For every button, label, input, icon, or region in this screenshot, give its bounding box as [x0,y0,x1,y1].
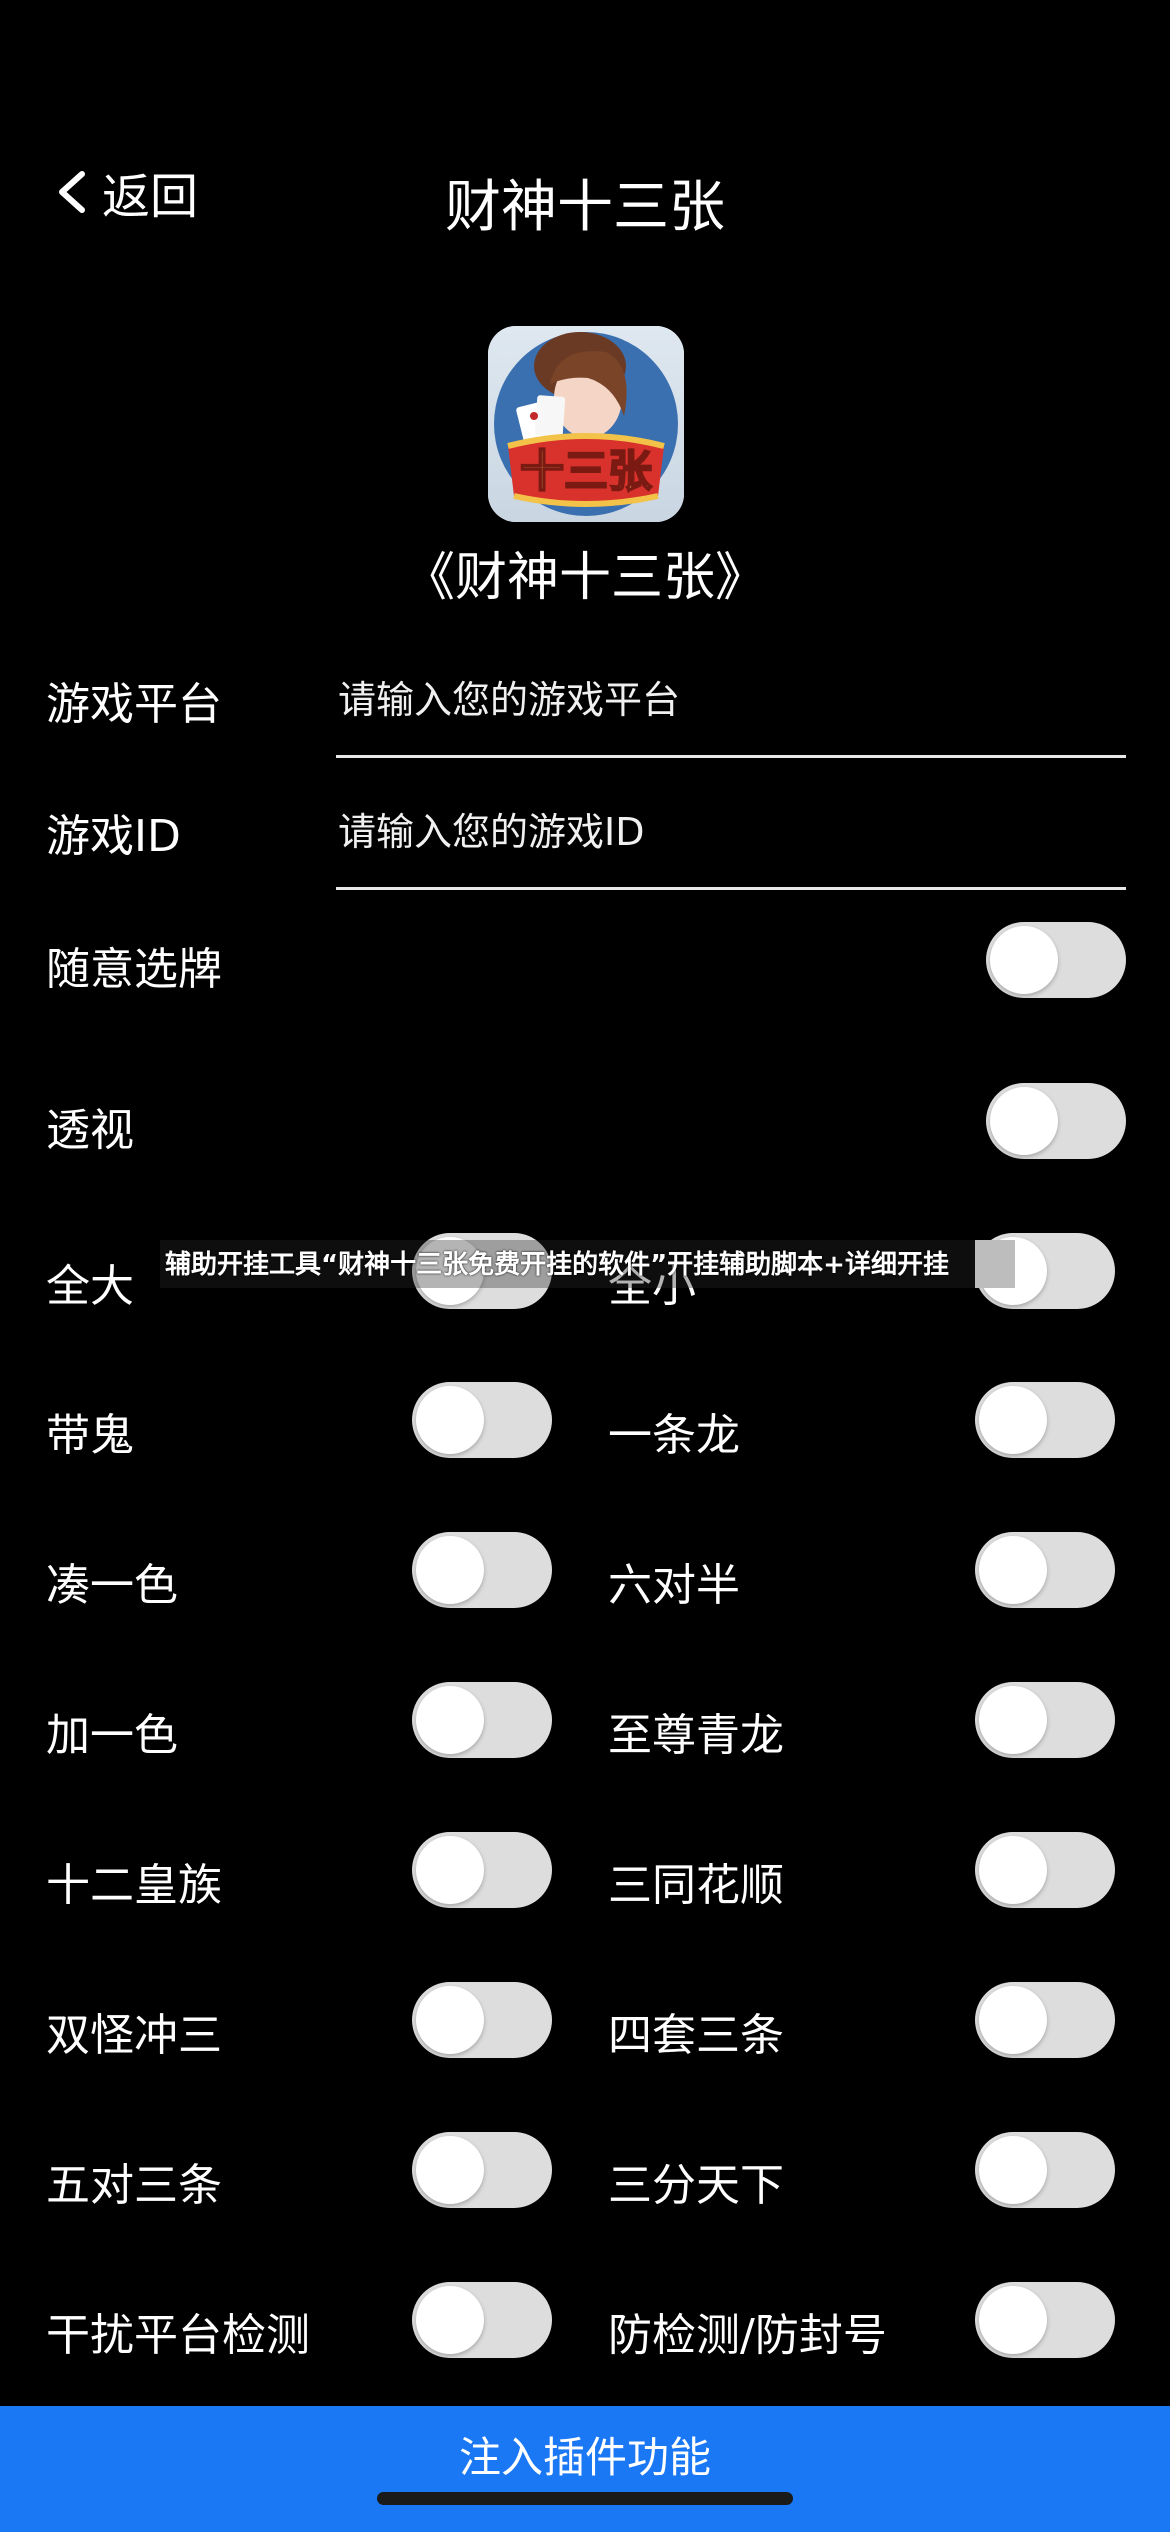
toggle-label-dragon: 一条龙 [608,1410,740,1461]
toggle-label-random-pick: 随意选牌 [46,944,222,995]
toggle-label-plus-flush: 加一色 [46,1710,178,1761]
toggle-label-mixed-flush: 凑一色 [46,1560,178,1611]
platform-input[interactable] [336,668,1126,758]
toggle-knob [416,2136,484,2204]
toggle-label-supreme-dragon: 至尊青龙 [608,1710,784,1761]
page-title: 财神十三张 [445,175,725,240]
toggle-xray[interactable] [986,1083,1126,1159]
toggle-knob [416,1986,484,2054]
toggle-mixed-flush[interactable] [412,1532,552,1608]
toggle-knob [979,1836,1047,1904]
toggle-knob [416,1386,484,1454]
toggle-knob [979,1686,1047,1754]
toggle-label-all-big: 全大 [46,1261,134,1312]
toggle-label-double-monster: 双怪冲三 [46,2010,222,2061]
app-name: 《财神十三张》 [402,548,767,608]
toggle-knob [979,1386,1047,1454]
toggle-with-ghost[interactable] [412,1382,552,1458]
toggle-label-xray: 透视 [46,1105,134,1156]
toggle-dragon[interactable] [975,1382,1115,1458]
toggle-supreme-dragon[interactable] [975,1682,1115,1758]
toggle-knob [990,1087,1058,1155]
toggle-knob [979,1536,1047,1604]
toggle-five-pairs-triple[interactable] [412,2132,552,2208]
toggle-knob [979,2286,1047,2354]
toggle-knob [416,2286,484,2354]
toggle-knob [979,2136,1047,2204]
toggle-knob [416,1536,484,1604]
toggle-label-with-ghost: 带鬼 [46,1410,134,1461]
toggle-six-pairs[interactable] [975,1532,1115,1608]
toggle-label-three-straight-flush: 三同花顺 [608,1860,784,1911]
toggle-plus-flush[interactable] [412,1682,552,1758]
overlay-caption-block [975,1240,1015,1288]
toggle-random-pick[interactable] [986,922,1126,998]
home-indicator [377,2492,793,2505]
game-id-label: 游戏ID [46,811,181,862]
toggle-label-five-pairs-triple: 五对三条 [46,2160,222,2211]
toggle-double-monster[interactable] [412,1982,552,2058]
app-icon: 十三张 [488,326,684,522]
game-id-input[interactable] [336,800,1126,890]
platform-label: 游戏平台 [46,679,222,730]
toggle-knob [416,1686,484,1754]
toggle-twelve-royals[interactable] [412,1832,552,1908]
inject-plugin-button[interactable]: 注入插件功能 [0,2406,1170,2532]
toggle-three-kingdoms[interactable] [975,2132,1115,2208]
toggle-knob [416,1836,484,1904]
toggle-four-triples[interactable] [975,1982,1115,2058]
toggle-label-three-kingdoms: 三分天下 [608,2160,784,2211]
toggle-label-twelve-royals: 十二皇族 [46,1860,222,1911]
toggle-anti-ban[interactable] [975,2282,1115,2358]
app-icon-text: 十三张 [520,446,652,497]
toggle-interfere-detection[interactable] [412,2282,552,2358]
toggle-label-interfere-detection: 干扰平台检测 [46,2310,310,2361]
toggle-label-four-triples: 四套三条 [608,2010,784,2061]
toggle-three-straight-flush[interactable] [975,1832,1115,1908]
game-logo-image: 十三张 [488,326,684,522]
toggle-label-anti-ban: 防检测/防封号 [608,2310,887,2361]
toggle-label-six-pairs: 六对半 [608,1560,740,1611]
toggle-knob [979,1986,1047,2054]
toggle-knob [990,926,1058,994]
overlay-caption: 辅助开挂工具“财神十三张免费开挂的软件”开挂辅助脚本+详细开挂 [165,1250,949,1280]
